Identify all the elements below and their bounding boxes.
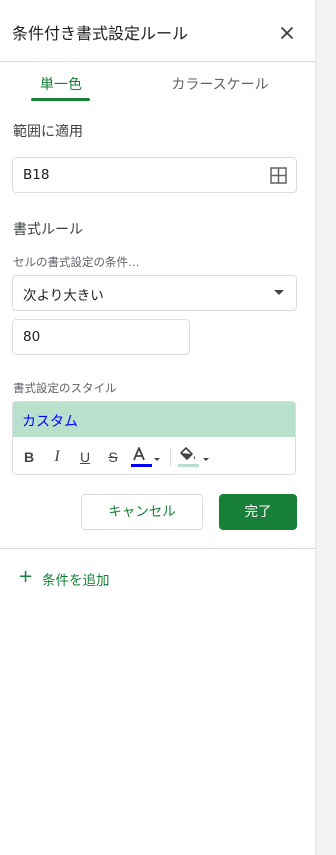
cancel-button[interactable]: キャンセル [81, 494, 203, 530]
range-label: 範囲に適用 [13, 124, 83, 140]
sidebar-scroll-strip [315, 0, 336, 855]
plus-icon: + [18, 566, 34, 587]
style-preview[interactable]: カスタム [13, 402, 295, 437]
underline-button[interactable]: U [76, 445, 94, 469]
text-color-icon [131, 447, 160, 467]
close-button[interactable] [276, 22, 298, 44]
fill-color-button[interactable] [176, 445, 212, 469]
italic-button[interactable]: I [48, 445, 66, 469]
done-button[interactable]: 完了 [219, 494, 297, 530]
format-style-box: カスタム B I U S [12, 401, 296, 475]
active-tab-indicator [31, 98, 90, 101]
grid-icon [270, 167, 287, 184]
value-input-text: 80 [23, 329, 41, 345]
value-input[interactable]: 80 [12, 319, 190, 355]
chevron-down-icon [274, 290, 284, 295]
toolbar-separator [170, 448, 171, 466]
bold-button[interactable]: B [20, 445, 38, 469]
panel-title: 条件付き書式設定ルール [12, 24, 189, 43]
fill-color-icon [178, 447, 209, 467]
format-rules-label: 書式ルール [13, 222, 83, 238]
condition-value: 次より大きい [23, 288, 104, 304]
format-style-label: 書式設定のスタイル [13, 381, 117, 395]
panel-header: 条件付き書式設定ルール [0, 0, 315, 62]
select-range-button[interactable] [270, 167, 287, 184]
strikethrough-button[interactable]: S [104, 445, 122, 469]
condition-label: セルの書式設定の条件… [13, 255, 140, 269]
text-color-button[interactable] [130, 445, 162, 469]
range-value: B18 [23, 167, 50, 183]
close-icon [281, 27, 293, 39]
tab-color-scale[interactable]: カラースケール [160, 74, 280, 102]
range-input[interactable]: B18 [12, 157, 297, 193]
conditional-format-panel: 条件付き書式設定ルール 単一色 カラースケール 範囲に適用 B18 書式ルール … [0, 0, 315, 855]
condition-select[interactable]: 次より大きい [12, 275, 297, 311]
add-rule-label: 条件を追加 [42, 573, 110, 589]
style-preview-text: カスタム [22, 414, 78, 430]
header-divider [0, 61, 315, 62]
footer-divider [0, 548, 315, 549]
